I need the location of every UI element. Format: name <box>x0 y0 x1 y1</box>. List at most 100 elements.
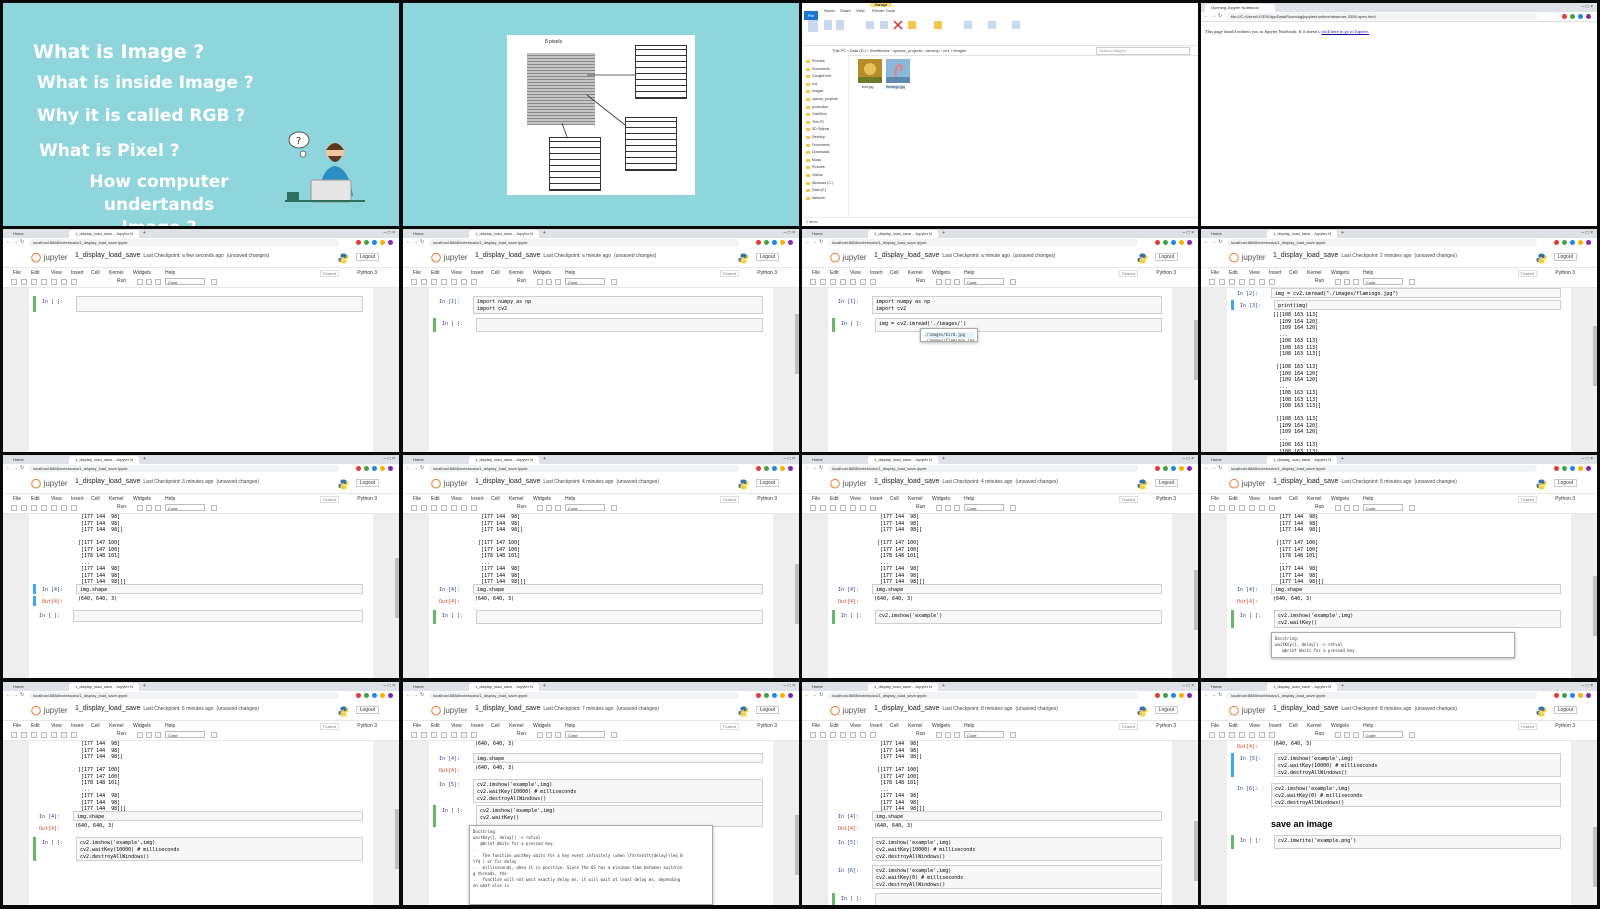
reload-icon[interactable]: ↻ <box>20 692 24 698</box>
menu-view[interactable]: View <box>850 723 861 729</box>
run-button[interactable]: Run <box>1315 731 1324 737</box>
stop-icon[interactable] <box>936 279 942 285</box>
restart-icon[interactable] <box>546 279 552 285</box>
menu-view[interactable]: View <box>1249 496 1260 502</box>
paste-icon[interactable] <box>850 279 856 285</box>
restart-icon[interactable] <box>945 732 951 738</box>
fast-forward-icon[interactable] <box>155 732 161 738</box>
command-palette-icon[interactable] <box>1409 732 1415 738</box>
stop-icon[interactable] <box>936 732 942 738</box>
jupyter-logo[interactable]: ◯ jupyter <box>830 478 867 489</box>
command-palette-icon[interactable] <box>211 279 217 285</box>
cut-icon[interactable] <box>31 279 37 285</box>
move-down-icon[interactable] <box>870 279 876 285</box>
notebook-title[interactable]: 1_display_load_save Last Checkpoint: 8 mi… <box>1273 705 1457 712</box>
reload-icon[interactable]: ↻ <box>20 465 24 471</box>
save-icon[interactable] <box>411 732 417 738</box>
nav-item[interactable]: Downloads <box>805 150 829 155</box>
notebook-title[interactable]: 1_display_load_save Last Checkpoint: 5 mi… <box>1273 478 1457 485</box>
code-cell[interactable]: In [4]: img.shape <box>832 584 1166 594</box>
cut-icon[interactable] <box>830 279 836 285</box>
logout-button[interactable]: Logout <box>355 706 379 714</box>
add-cell-icon[interactable] <box>820 279 826 285</box>
code-input[interactable] <box>73 610 363 622</box>
save-icon[interactable] <box>810 279 816 285</box>
forward-icon[interactable]: → <box>13 465 18 471</box>
new-tab-icon[interactable]: + <box>942 230 945 236</box>
menu-view[interactable]: View <box>51 723 62 729</box>
cut-icon[interactable] <box>431 279 437 285</box>
move-down-icon[interactable] <box>471 279 477 285</box>
window-controls[interactable]: – □ × <box>384 230 396 236</box>
command-palette-icon[interactable] <box>1010 732 1016 738</box>
menu-kernel[interactable]: Kernel <box>509 496 523 502</box>
command-palette-icon[interactable] <box>611 279 617 285</box>
kernel-indicator[interactable]: Python 3 <box>357 270 377 276</box>
forward-icon[interactable]: → <box>13 692 18 698</box>
copy-icon[interactable] <box>1239 732 1245 738</box>
notebook-title[interactable]: 1_display_load_save Last Checkpoint: 6 mi… <box>75 705 259 712</box>
back-icon[interactable]: ← <box>6 465 11 471</box>
cut-icon[interactable] <box>1229 279 1235 285</box>
menu-edit[interactable]: Edit <box>431 496 440 502</box>
code-input[interactable]: print(img) <box>1274 300 1561 310</box>
move-down-icon[interactable] <box>71 505 77 511</box>
menu-file[interactable]: File <box>413 723 421 729</box>
paste-icon[interactable] <box>1249 505 1255 511</box>
logout-button[interactable]: Logout <box>1154 706 1178 714</box>
notebook-name[interactable]: 1_display_load_save <box>475 478 540 485</box>
menu-cell[interactable]: Cell <box>491 496 500 502</box>
logout-button[interactable]: Logout <box>1553 253 1577 261</box>
code-cell[interactable]: In [5]: cv2.imshow('example',img) cv2.wai… <box>832 837 1166 861</box>
code-cell[interactable]: In [4]: img.shape <box>433 753 767 763</box>
nav-item[interactable]: images <box>805 89 823 94</box>
jupyter-link[interactable]: click here to go to Jupyter. <box>1321 29 1369 34</box>
menu-kernel[interactable]: Kernel <box>109 496 123 502</box>
trusted-badge[interactable]: Trusted <box>319 270 339 277</box>
menu-cell[interactable]: Cell <box>491 270 500 276</box>
logout-button[interactable]: Logout <box>355 253 379 261</box>
url-field[interactable]: localhost:8888/notebooks/1_display_load_… <box>828 239 1138 246</box>
forward-icon[interactable]: → <box>812 239 817 245</box>
menu-view[interactable]: View <box>1249 723 1260 729</box>
menu-cell[interactable]: Cell <box>91 270 100 276</box>
scrollbar[interactable] <box>1194 288 1198 452</box>
code-input[interactable]: cv2.imshow('example',img) cv2.waitKey() <box>476 805 763 827</box>
tab-home[interactable]: Home <box>806 230 866 238</box>
window-controls[interactable]: – □ × <box>1582 230 1594 236</box>
command-palette-icon[interactable] <box>211 732 217 738</box>
scrollbar-thumb[interactable] <box>795 815 799 875</box>
cut-icon[interactable] <box>431 505 437 511</box>
code-input[interactable] <box>476 610 763 624</box>
notebook-name[interactable]: 1_display_load_save <box>75 705 140 712</box>
menu-help[interactable]: Help <box>165 723 175 729</box>
tab-home[interactable]: Home <box>7 456 67 464</box>
save-icon[interactable] <box>11 505 17 511</box>
menu-file[interactable]: File <box>812 270 820 276</box>
code-input[interactable]: img.shape <box>872 584 1162 594</box>
copy-icon[interactable] <box>41 505 47 511</box>
menu-widgets[interactable]: Widgets <box>1331 723 1349 729</box>
autocomplete-item[interactable]: ./images/flamingo.jpg <box>924 338 975 341</box>
trusted-badge[interactable]: Trusted <box>1118 723 1138 730</box>
code-input[interactable]: import numpy as np import cv2 <box>473 296 763 314</box>
menu-help[interactable]: Help <box>565 496 575 502</box>
code-input[interactable] <box>476 318 763 332</box>
restart-icon[interactable] <box>1344 279 1350 285</box>
code-cell[interactable]: In [ ]: <box>33 296 367 312</box>
notebook-title[interactable]: 1_display_load_save Last Checkpoint: 2 mi… <box>1273 252 1457 259</box>
kernel-indicator[interactable]: Python 3 <box>1555 270 1575 276</box>
menu-widgets[interactable]: Widgets <box>932 270 950 276</box>
move-up-icon[interactable] <box>860 505 866 511</box>
move-down-icon[interactable] <box>1269 505 1275 511</box>
notebook-title[interactable]: 1_display_load_save Last Checkpoint: 7 mi… <box>475 705 659 712</box>
code-cell[interactable]: [177 144 98] [177 144 98] [177 144 98]] … <box>33 514 367 585</box>
window-controls[interactable]: – □ × <box>1183 230 1195 236</box>
forward-icon[interactable]: → <box>1211 13 1216 19</box>
menu-help[interactable]: Help <box>1363 496 1373 502</box>
cell-type-select[interactable]: Code <box>1363 278 1403 285</box>
fast-forward-icon[interactable] <box>954 732 960 738</box>
add-cell-icon[interactable] <box>820 505 826 511</box>
tab-notebook[interactable]: 1_display_load_save - Jupyter N <box>469 683 539 691</box>
scrollbar[interactable] <box>1593 741 1597 905</box>
